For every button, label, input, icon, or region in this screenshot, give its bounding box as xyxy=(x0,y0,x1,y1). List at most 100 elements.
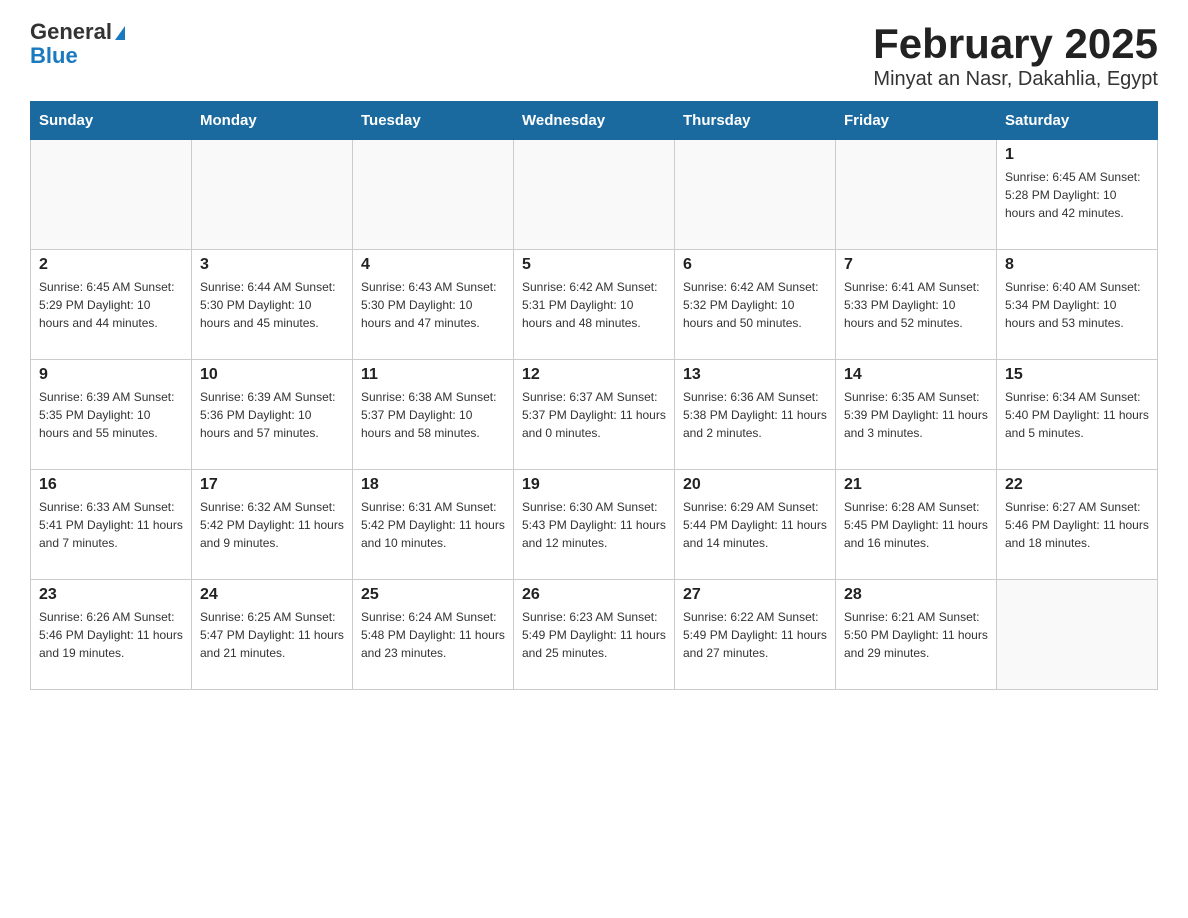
day-number: 18 xyxy=(361,476,505,494)
calendar-cell: 24 Sunrise: 6:25 AM Sunset: 5:47 PM Dayli… xyxy=(192,580,353,690)
day-number: 17 xyxy=(200,476,344,494)
day-info: Sunrise: 6:21 AM Sunset: 5:50 PM Dayligh… xyxy=(844,608,988,662)
calendar-cell: 13 Sunrise: 6:36 AM Sunset: 5:38 PM Dayli… xyxy=(675,360,836,470)
calendar-cell: 10 Sunrise: 6:39 AM Sunset: 5:36 PM Dayli… xyxy=(192,360,353,470)
day-info: Sunrise: 6:45 AM Sunset: 5:29 PM Dayligh… xyxy=(39,278,183,332)
week-row-2: 2 Sunrise: 6:45 AM Sunset: 5:29 PM Daylig… xyxy=(31,250,1158,360)
day-info: Sunrise: 6:27 AM Sunset: 5:46 PM Dayligh… xyxy=(1005,498,1149,552)
day-info: Sunrise: 6:35 AM Sunset: 5:39 PM Dayligh… xyxy=(844,388,988,442)
day-number: 19 xyxy=(522,476,666,494)
calendar-cell xyxy=(836,140,997,250)
day-number: 20 xyxy=(683,476,827,494)
day-number: 5 xyxy=(522,256,666,274)
day-number: 7 xyxy=(844,256,988,274)
page-subtitle: Minyat an Nasr, Dakahlia, Egypt xyxy=(873,68,1158,91)
calendar-cell: 23 Sunrise: 6:26 AM Sunset: 5:46 PM Dayli… xyxy=(31,580,192,690)
day-info: Sunrise: 6:30 AM Sunset: 5:43 PM Dayligh… xyxy=(522,498,666,552)
calendar-cell: 15 Sunrise: 6:34 AM Sunset: 5:40 PM Dayli… xyxy=(997,360,1158,470)
calendar-cell: 26 Sunrise: 6:23 AM Sunset: 5:49 PM Dayli… xyxy=(514,580,675,690)
calendar-cell: 3 Sunrise: 6:44 AM Sunset: 5:30 PM Daylig… xyxy=(192,250,353,360)
calendar-cell xyxy=(31,140,192,250)
day-info: Sunrise: 6:28 AM Sunset: 5:45 PM Dayligh… xyxy=(844,498,988,552)
day-info: Sunrise: 6:25 AM Sunset: 5:47 PM Dayligh… xyxy=(200,608,344,662)
calendar-cell xyxy=(353,140,514,250)
calendar-cell: 22 Sunrise: 6:27 AM Sunset: 5:46 PM Dayli… xyxy=(997,470,1158,580)
calendar-cell: 9Sunrise: 6:39 AM Sunset: 5:35 PM Daylig… xyxy=(31,360,192,470)
day-info: Sunrise: 6:39 AM Sunset: 5:36 PM Dayligh… xyxy=(200,388,344,442)
day-info: Sunrise: 6:23 AM Sunset: 5:49 PM Dayligh… xyxy=(522,608,666,662)
calendar-cell: 2 Sunrise: 6:45 AM Sunset: 5:29 PM Daylig… xyxy=(31,250,192,360)
day-info: Sunrise: 6:45 AM Sunset: 5:28 PM Dayligh… xyxy=(1005,168,1149,222)
day-number: 3 xyxy=(200,256,344,274)
day-header-wednesday: Wednesday xyxy=(514,102,675,140)
week-row-4: 16 Sunrise: 6:33 AM Sunset: 5:41 PM Dayli… xyxy=(31,470,1158,580)
calendar-cell: 18 Sunrise: 6:31 AM Sunset: 5:42 PM Dayli… xyxy=(353,470,514,580)
day-info: Sunrise: 6:26 AM Sunset: 5:46 PM Dayligh… xyxy=(39,608,183,662)
day-info: Sunrise: 6:43 AM Sunset: 5:30 PM Dayligh… xyxy=(361,278,505,332)
day-number: 21 xyxy=(844,476,988,494)
calendar-cell: 12Sunrise: 6:37 AM Sunset: 5:37 PM Dayli… xyxy=(514,360,675,470)
day-info: Sunrise: 6:41 AM Sunset: 5:33 PM Dayligh… xyxy=(844,278,988,332)
day-number: 6 xyxy=(683,256,827,274)
calendar-cell: 16 Sunrise: 6:33 AM Sunset: 5:41 PM Dayli… xyxy=(31,470,192,580)
calendar-cell xyxy=(514,140,675,250)
days-of-week-row: SundayMondayTuesdayWednesdayThursdayFrid… xyxy=(31,102,1158,140)
calendar-cell: 27 Sunrise: 6:22 AM Sunset: 5:49 PM Dayli… xyxy=(675,580,836,690)
day-number: 22 xyxy=(1005,476,1149,494)
calendar-cell: 11Sunrise: 6:38 AM Sunset: 5:37 PM Dayli… xyxy=(353,360,514,470)
calendar-cell: 7 Sunrise: 6:41 AM Sunset: 5:33 PM Daylig… xyxy=(836,250,997,360)
day-info: Sunrise: 6:37 AM Sunset: 5:37 PM Dayligh… xyxy=(522,388,666,442)
calendar-cell: 6 Sunrise: 6:42 AM Sunset: 5:32 PM Daylig… xyxy=(675,250,836,360)
calendar-cell: 8Sunrise: 6:40 AM Sunset: 5:34 PM Daylig… xyxy=(997,250,1158,360)
day-info: Sunrise: 6:31 AM Sunset: 5:42 PM Dayligh… xyxy=(361,498,505,552)
calendar-cell xyxy=(675,140,836,250)
day-info: Sunrise: 6:33 AM Sunset: 5:41 PM Dayligh… xyxy=(39,498,183,552)
day-info: Sunrise: 6:44 AM Sunset: 5:30 PM Dayligh… xyxy=(200,278,344,332)
day-info: Sunrise: 6:42 AM Sunset: 5:32 PM Dayligh… xyxy=(683,278,827,332)
calendar-cell: 19 Sunrise: 6:30 AM Sunset: 5:43 PM Dayli… xyxy=(514,470,675,580)
day-header-sunday: Sunday xyxy=(31,102,192,140)
day-number: 23 xyxy=(39,586,183,604)
day-number: 9 xyxy=(39,366,183,384)
day-number: 24 xyxy=(200,586,344,604)
calendar-cell: 28 Sunrise: 6:21 AM Sunset: 5:50 PM Dayli… xyxy=(836,580,997,690)
day-header-saturday: Saturday xyxy=(997,102,1158,140)
week-row-1: 1Sunrise: 6:45 AM Sunset: 5:28 PM Daylig… xyxy=(31,140,1158,250)
day-info: Sunrise: 6:22 AM Sunset: 5:49 PM Dayligh… xyxy=(683,608,827,662)
day-number: 13 xyxy=(683,366,827,384)
day-number: 11 xyxy=(361,366,505,384)
calendar-cell xyxy=(997,580,1158,690)
calendar-cell: 21 Sunrise: 6:28 AM Sunset: 5:45 PM Dayli… xyxy=(836,470,997,580)
title-block: February 2025 Minyat an Nasr, Dakahlia, … xyxy=(873,20,1158,91)
day-number: 28 xyxy=(844,586,988,604)
day-number: 26 xyxy=(522,586,666,604)
day-info: Sunrise: 6:29 AM Sunset: 5:44 PM Dayligh… xyxy=(683,498,827,552)
day-info: Sunrise: 6:34 AM Sunset: 5:40 PM Dayligh… xyxy=(1005,388,1149,442)
day-number: 16 xyxy=(39,476,183,494)
day-header-thursday: Thursday xyxy=(675,102,836,140)
calendar-cell: 5 Sunrise: 6:42 AM Sunset: 5:31 PM Daylig… xyxy=(514,250,675,360)
logo: General Blue xyxy=(30,20,125,68)
day-number: 4 xyxy=(361,256,505,274)
page-title: February 2025 xyxy=(873,20,1158,68)
day-number: 27 xyxy=(683,586,827,604)
calendar-cell: 4 Sunrise: 6:43 AM Sunset: 5:30 PM Daylig… xyxy=(353,250,514,360)
day-info: Sunrise: 6:24 AM Sunset: 5:48 PM Dayligh… xyxy=(361,608,505,662)
day-header-tuesday: Tuesday xyxy=(353,102,514,140)
calendar-cell: 14Sunrise: 6:35 AM Sunset: 5:39 PM Dayli… xyxy=(836,360,997,470)
logo-blue-text: Blue xyxy=(30,44,125,68)
day-number: 10 xyxy=(200,366,344,384)
page-header: General Blue February 2025 Minyat an Nas… xyxy=(30,20,1158,91)
logo-triangle-icon xyxy=(115,26,125,40)
week-row-5: 23 Sunrise: 6:26 AM Sunset: 5:46 PM Dayli… xyxy=(31,580,1158,690)
day-info: Sunrise: 6:42 AM Sunset: 5:31 PM Dayligh… xyxy=(522,278,666,332)
day-number: 15 xyxy=(1005,366,1149,384)
day-header-monday: Monday xyxy=(192,102,353,140)
calendar-table: SundayMondayTuesdayWednesdayThursdayFrid… xyxy=(30,101,1158,690)
week-row-3: 9Sunrise: 6:39 AM Sunset: 5:35 PM Daylig… xyxy=(31,360,1158,470)
day-number: 2 xyxy=(39,256,183,274)
day-info: Sunrise: 6:36 AM Sunset: 5:38 PM Dayligh… xyxy=(683,388,827,442)
logo-general-text: General xyxy=(30,19,112,44)
calendar-header: SundayMondayTuesdayWednesdayThursdayFrid… xyxy=(31,102,1158,140)
calendar-cell: 1Sunrise: 6:45 AM Sunset: 5:28 PM Daylig… xyxy=(997,140,1158,250)
